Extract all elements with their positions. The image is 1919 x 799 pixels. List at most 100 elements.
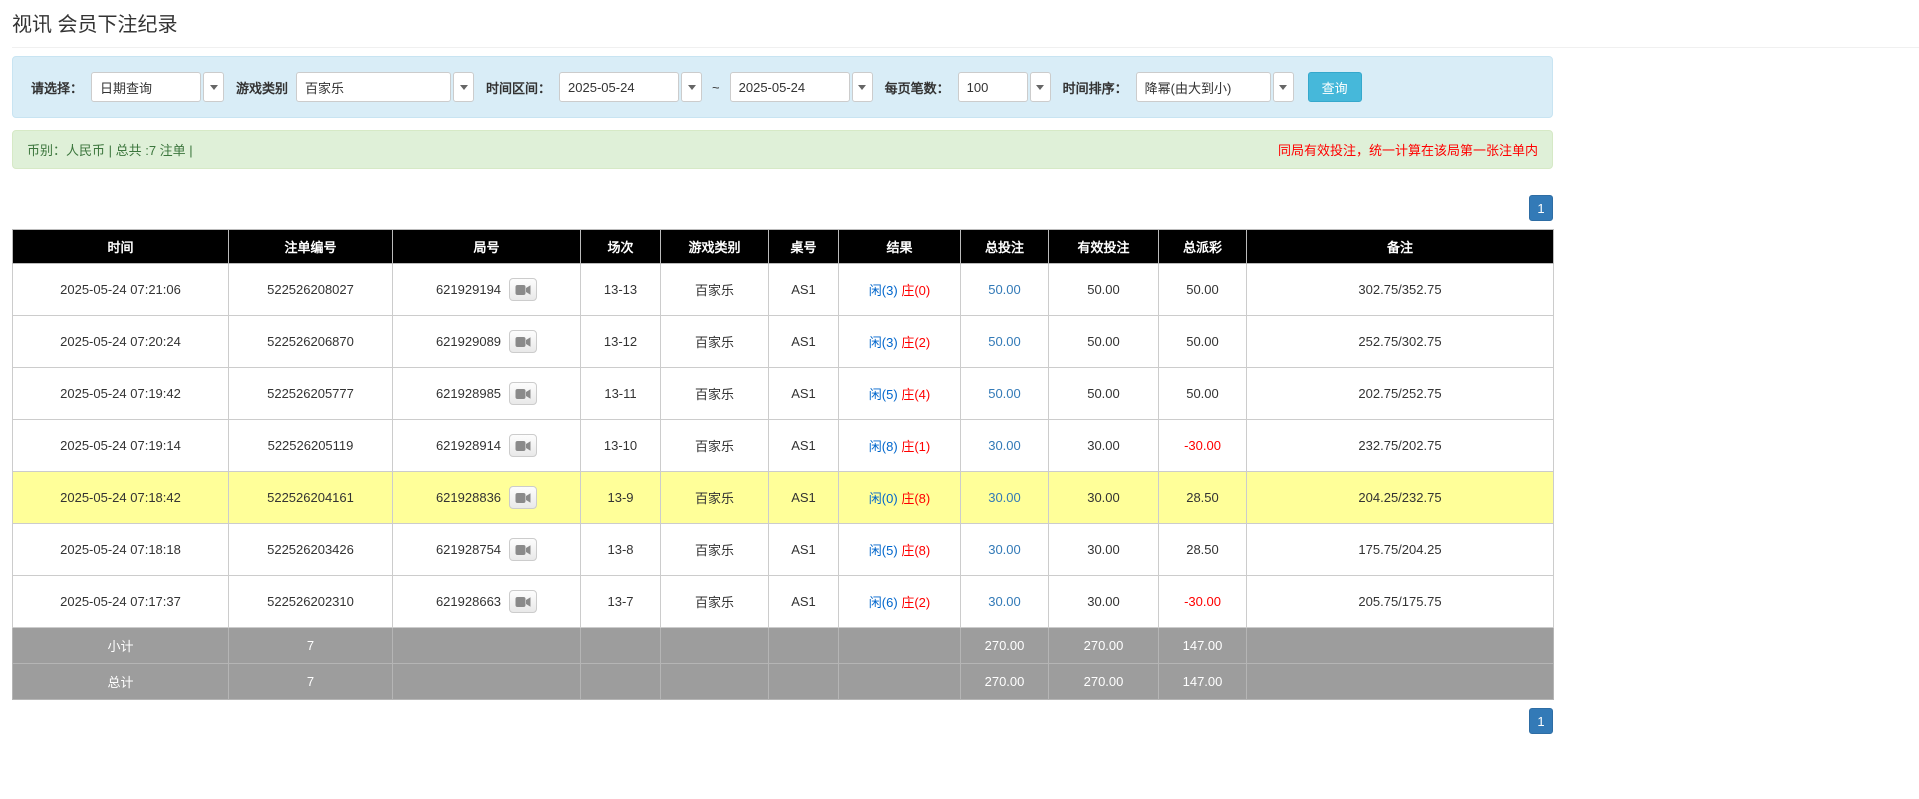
title-divider (12, 47, 1919, 48)
chevron-down-icon[interactable] (453, 72, 475, 102)
cell-game-type: 百家乐 (660, 263, 769, 316)
date-from-value[interactable]: 2025-05-24 (559, 72, 680, 102)
cell-result: 闲(8) 庄(1) (838, 419, 961, 472)
cell-total-bet: 50.00 (960, 367, 1049, 420)
round-id-text: 621928663 (435, 594, 502, 609)
date-to-picker[interactable]: 2025-05-24 (729, 72, 873, 102)
total-count: 7 (228, 663, 393, 700)
total-bet-link[interactable]: 30.00 (988, 542, 1021, 557)
cell-table-no: AS1 (768, 523, 839, 576)
game-type-value[interactable]: 百家乐 (296, 72, 452, 102)
cell-result: 闲(6) 庄(2) (838, 575, 961, 628)
total-payout: 147.00 (1158, 663, 1247, 700)
chevron-down-icon[interactable] (1272, 72, 1294, 102)
cell-session: 13-8 (580, 523, 661, 576)
total-bet-link[interactable]: 30.00 (988, 438, 1021, 453)
cell-valid-bet: 30.00 (1048, 523, 1159, 576)
video-replay-icon[interactable] (509, 278, 538, 301)
cell-time: 2025-05-24 07:18:18 (12, 523, 229, 576)
cell-round-id: 621928754 (392, 523, 581, 576)
video-replay-icon[interactable] (509, 590, 538, 613)
cell-game-type: 百家乐 (660, 575, 769, 628)
round-id-text: 621928914 (435, 438, 502, 453)
search-button[interactable]: 查询 (1307, 72, 1362, 102)
column-header: 总派彩 (1158, 229, 1247, 264)
cell-remark: 204.25/232.75 (1246, 471, 1554, 524)
table-row[interactable]: 2025-05-24 07:20:24 522526206870 6219290… (12, 315, 1554, 368)
sort-order-value[interactable]: 降幂(由大到小) (1135, 72, 1271, 102)
round-id-text: 621929194 (435, 282, 502, 297)
table-row[interactable]: 2025-05-24 07:21:06 522526208027 6219291… (12, 263, 1554, 316)
game-type-combo[interactable]: 百家乐 (296, 72, 475, 102)
cell-bet-id: 522526205777 (228, 367, 393, 420)
cell-round-id: 621929194 (392, 263, 581, 316)
cell-valid-bet: 50.00 (1048, 263, 1159, 316)
cell-table-no: AS1 (768, 367, 839, 420)
cell-payout: 28.50 (1158, 523, 1247, 576)
chevron-down-icon[interactable] (851, 72, 873, 102)
video-replay-icon[interactable] (509, 382, 538, 405)
cell-game-type: 百家乐 (660, 419, 769, 472)
cell-result: 闲(0) 庄(8) (838, 471, 961, 524)
page-1-button[interactable]: 1 (1529, 708, 1553, 734)
page-1-button[interactable]: 1 (1529, 195, 1553, 221)
chevron-down-icon[interactable] (1029, 72, 1051, 102)
table-row[interactable]: 2025-05-24 07:19:42 522526205777 6219289… (12, 367, 1554, 420)
column-header: 总投注 (960, 229, 1049, 264)
cell-payout: 50.00 (1158, 315, 1247, 368)
cell-bet-id: 522526203426 (228, 523, 393, 576)
page-size-combo[interactable]: 100 (957, 72, 1051, 102)
cell-session: 13-9 (580, 471, 661, 524)
date-from-picker[interactable]: 2025-05-24 (559, 72, 703, 102)
cell-table-no: AS1 (768, 419, 839, 472)
cell-bet-id: 522526202310 (228, 575, 393, 628)
table-row[interactable]: 2025-05-24 07:18:18 522526203426 6219287… (12, 523, 1554, 576)
filter-bar: 请选择： 日期查询 游戏类别 百家乐 时间区间： 2025-05-24 ~ 20… (12, 56, 1553, 118)
cell-result: 闲(5) 庄(4) (838, 367, 961, 420)
result-banker: 庄(0) (901, 283, 931, 298)
sort-order-combo[interactable]: 降幂(由大到小) (1135, 72, 1294, 102)
round-id-text: 621928985 (435, 386, 502, 401)
cell-round-id: 621928663 (392, 575, 581, 628)
result-banker: 庄(2) (901, 335, 931, 350)
time-range-label: 时间区间： (486, 80, 552, 96)
total-bet-link[interactable]: 50.00 (988, 334, 1021, 349)
video-replay-icon[interactable] (509, 486, 538, 509)
cell-table-no: AS1 (768, 575, 839, 628)
chevron-down-icon[interactable] (203, 72, 225, 102)
video-replay-icon[interactable] (509, 434, 538, 457)
cell-time: 2025-05-24 07:18:42 (12, 471, 229, 524)
page: 视讯 会员下注纪录 请选择： 日期查询 游戏类别 百家乐 时间区间： 2025-… (0, 0, 1919, 734)
subtotal-row: 小计 7 270.00 270.00 147.00 (12, 627, 1554, 664)
result-banker: 庄(8) (901, 491, 931, 506)
result-player: 闲(5) (868, 543, 898, 558)
cell-table-no: AS1 (768, 315, 839, 368)
query-type-value[interactable]: 日期查询 (91, 72, 202, 102)
cell-game-type: 百家乐 (660, 315, 769, 368)
cell-total-bet: 30.00 (960, 471, 1049, 524)
subtotal-count: 7 (228, 627, 393, 664)
query-type-combo[interactable]: 日期查询 (91, 72, 225, 102)
cell-payout: -30.00 (1158, 575, 1247, 628)
cell-result: 闲(3) 庄(0) (838, 263, 961, 316)
total-row: 总计 7 270.00 270.00 147.00 (12, 663, 1554, 700)
table-row[interactable]: 2025-05-24 07:19:14 522526205119 6219289… (12, 419, 1554, 472)
page-title: 视讯 会员下注纪录 (12, 14, 178, 36)
table-row[interactable]: 2025-05-24 07:18:42 522526204161 6219288… (12, 471, 1554, 524)
page-size-value[interactable]: 100 (957, 72, 1028, 102)
result-banker: 庄(4) (901, 387, 931, 402)
date-to-value[interactable]: 2025-05-24 (729, 72, 850, 102)
table-row[interactable]: 2025-05-24 07:17:37 522526202310 6219286… (12, 575, 1554, 628)
video-replay-icon[interactable] (509, 330, 538, 353)
total-bet-link[interactable]: 50.00 (988, 282, 1021, 297)
total-bet-link[interactable]: 50.00 (988, 386, 1021, 401)
column-header: 游戏类别 (660, 229, 769, 264)
video-replay-icon[interactable] (509, 538, 538, 561)
cell-session: 13-10 (580, 419, 661, 472)
cell-total-bet: 30.00 (960, 523, 1049, 576)
cell-time: 2025-05-24 07:19:14 (12, 419, 229, 472)
total-bet-link[interactable]: 30.00 (988, 490, 1021, 505)
chevron-down-icon[interactable] (681, 72, 703, 102)
total-bet-link[interactable]: 30.00 (988, 594, 1021, 609)
summary-bar: 币别：人民币 | 总共 :7 注单 | 同局有效投注，统一计算在该局第一张注单内 (12, 130, 1553, 169)
